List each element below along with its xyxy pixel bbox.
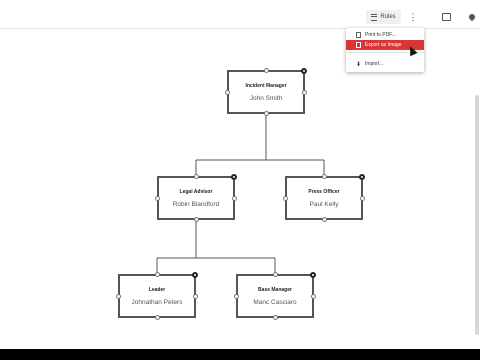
rules-button-label: Rules [380, 14, 396, 20]
connector-handle-bottom[interactable] [154, 315, 160, 320]
connector-handle-right[interactable] [193, 294, 198, 299]
app-window: Rules ⋮ Incident Manager John Smith Lega… [0, 0, 480, 349]
node-base-manager[interactable]: Base Manager Manc Casciaro [234, 272, 316, 320]
node-role: Press Officer [308, 189, 340, 195]
connector-handle-top[interactable] [272, 272, 278, 277]
connector-handle-left[interactable] [234, 294, 239, 299]
connector-handle-bottom[interactable] [321, 217, 327, 222]
node-role: Base Manager [258, 287, 292, 293]
connector-handle-top[interactable] [263, 68, 269, 73]
node-options-handle[interactable] [310, 272, 316, 278]
connector-handle-bottom[interactable] [263, 111, 269, 116]
menu-item-label: Export as Image [365, 42, 402, 48]
node-role: Leader [148, 287, 166, 293]
download-icon: ⬇ [356, 61, 362, 68]
menu-item-import[interactable]: ⬇ Import... [346, 59, 424, 69]
list-icon [371, 13, 378, 21]
connector-handle-top[interactable] [193, 174, 199, 179]
connector-handle-right[interactable] [311, 294, 316, 299]
node-options-handle[interactable] [192, 272, 198, 278]
node-role: Legal Advisor [179, 189, 213, 195]
connector-handle-right[interactable] [232, 196, 237, 201]
location-button[interactable] [466, 10, 478, 24]
connector-handle-bottom[interactable] [272, 315, 278, 320]
connector-handle-top[interactable] [154, 272, 160, 277]
connector-handle-bottom[interactable] [193, 217, 199, 222]
connector-handle-top[interactable] [321, 174, 327, 179]
node-leader[interactable]: Leader Johnathan Peters [116, 272, 198, 320]
node-person-name: John Smith [249, 95, 283, 102]
node-press-officer[interactable]: Press Officer Paul Kelly [283, 174, 365, 222]
node-person-name: Robin Blandford [172, 201, 220, 208]
rules-button[interactable]: Rules [366, 10, 401, 24]
top-toolbar: Rules ⋮ [0, 6, 480, 29]
connector-handle-left[interactable] [116, 294, 121, 299]
pdf-icon [356, 32, 361, 38]
node-person-name: Paul Kelly [309, 201, 339, 208]
map-pin-icon [467, 12, 477, 22]
comment-icon [441, 13, 451, 21]
menu-item-print-pdf[interactable]: Print to PDF... [346, 30, 424, 40]
node-person-name: Manc Casciaro [253, 299, 297, 306]
node-options-handle[interactable] [301, 68, 307, 74]
node-role: Incident Manager [245, 83, 287, 89]
connector-handle-right[interactable] [302, 90, 307, 95]
node-legal-advisor[interactable]: Legal Advisor Robin Blandford [155, 174, 237, 222]
connector-handle-left[interactable] [155, 196, 160, 201]
connector-handle-left[interactable] [225, 90, 230, 95]
node-options-handle[interactable] [359, 174, 365, 180]
node-person-name: Johnathan Peters [131, 299, 183, 306]
node-options-handle[interactable] [231, 174, 237, 180]
connector-handle-left[interactable] [283, 196, 288, 201]
node-incident-manager[interactable]: Incident Manager John Smith [225, 68, 307, 116]
menu-item-label: Print to PDF... [365, 32, 396, 38]
comment-button[interactable] [440, 10, 452, 24]
more-vertical-icon[interactable]: ⋮ [407, 10, 419, 24]
vertical-scrollbar[interactable] [475, 95, 479, 335]
connector-handle-right[interactable] [360, 196, 365, 201]
image-icon [356, 42, 361, 48]
menu-item-label: Import... [365, 61, 384, 67]
